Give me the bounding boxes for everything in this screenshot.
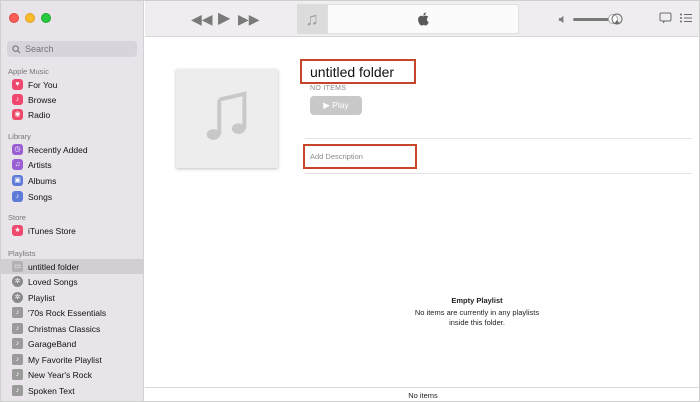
lyrics-icon[interactable]	[659, 12, 673, 24]
radio-icon: ◉	[12, 109, 23, 120]
sidebar-item-label: New Year's Rock	[28, 369, 92, 380]
section-label-apple-music: Apple Music	[8, 67, 49, 76]
sidebar-item-radio[interactable]: ◉ Radio	[1, 107, 144, 122]
playlist-icon: ♪	[12, 369, 23, 380]
sidebar-item-label: Christmas Classics	[28, 323, 101, 334]
sidebar-item-songs[interactable]: ♪ Songs	[1, 189, 144, 204]
sidebar-item-label: Songs	[28, 191, 53, 202]
heart-icon: ♥	[12, 79, 23, 90]
sidebar-item-browse[interactable]: ♪ Browse	[1, 92, 144, 107]
divider	[305, 173, 692, 174]
item-count: NO ITEMS	[310, 85, 347, 92]
sidebar-item-label: '70s Rock Essentials	[28, 307, 107, 318]
zoom-window-button[interactable]	[41, 13, 51, 23]
playlist-icon: ♪	[12, 307, 23, 318]
sidebar-item-new-years-rock[interactable]: ♪ New Year's Rock	[1, 367, 144, 382]
sidebar-item-my-favorite-playlist[interactable]: ♪ My Favorite Playlist	[1, 352, 144, 367]
sidebar-item-itunes-store[interactable]: ★ iTunes Store	[1, 223, 144, 238]
playlist-title[interactable]: untitled folder	[300, 59, 416, 84]
rewind-icon[interactable]: ◀◀	[191, 11, 213, 27]
window-controls	[9, 13, 51, 23]
sidebar-item-label: My Favorite Playlist	[28, 354, 102, 365]
sidebar-item-label: GarageBand	[28, 338, 77, 349]
sidebar-item-label: Playlist	[28, 292, 55, 303]
up-next-icon[interactable]	[679, 12, 693, 24]
sidebar-item-label: Spoken Text	[28, 385, 75, 396]
sidebar-item-for-you[interactable]: ♥ For You	[1, 77, 144, 92]
status-bar: No items	[145, 387, 699, 401]
speaker-icon	[558, 15, 564, 23]
now-playing-artwork: ♫	[297, 4, 327, 34]
playlist-icon: ♪	[12, 338, 23, 349]
music-note-icon	[206, 90, 247, 140]
sidebar-item-label: Loved Songs	[28, 276, 78, 287]
empty-state-message: No items are currently in any playlists …	[414, 308, 540, 327]
now-playing-display	[327, 4, 519, 34]
music-note-icon: ♪	[12, 191, 23, 202]
playlist-artwork[interactable]	[176, 69, 278, 168]
volume-control	[558, 13, 638, 25]
playlist-icon: ♪	[12, 385, 23, 396]
sidebar-item-garageband[interactable]: ♪ GarageBand	[1, 336, 144, 351]
sidebar-item-label: For You	[28, 79, 58, 90]
microphone-icon: ♫	[12, 159, 23, 170]
sidebar-item-70s-rock-essentials[interactable]: ♪ '70s Rock Essentials	[1, 305, 144, 320]
star-icon: ★	[12, 225, 23, 236]
album-icon: ▣	[12, 175, 23, 186]
sidebar-item-label: Radio	[28, 109, 51, 120]
playlist-icon: ♪	[12, 323, 23, 334]
apple-logo-icon	[418, 12, 429, 26]
description-field[interactable]: Add Description	[303, 144, 417, 169]
play-button[interactable]: ▶ Play	[310, 96, 362, 115]
sidebar-item-label: Recently Added	[28, 144, 88, 155]
minimize-window-button[interactable]	[25, 13, 35, 23]
search-input[interactable]	[25, 44, 135, 54]
sidebar-item-loved-songs[interactable]: ✲ Loved Songs	[1, 274, 144, 289]
music-note-icon: ♪	[12, 94, 23, 105]
music-app-window: Apple Music ♥ For You ♪ Browse ◉ Radio L…	[0, 0, 700, 402]
section-label-library: Library	[8, 132, 31, 141]
playlist-icon: ♪	[12, 354, 23, 365]
volume-slider[interactable]	[573, 13, 618, 24]
sidebar-item-playlist[interactable]: ✲ Playlist	[1, 290, 144, 305]
sidebar-item-label: iTunes Store	[28, 225, 76, 236]
sidebar-item-label: Browse	[28, 94, 57, 105]
music-note-icon: ♫	[305, 8, 319, 29]
sidebar-item-untitled-folder[interactable]: ▭ untitled folder	[1, 259, 144, 274]
empty-state: Empty Playlist No items are currently in…	[407, 296, 547, 328]
fast-forward-icon[interactable]: ▶▶	[238, 11, 260, 27]
sidebar-item-spoken-text[interactable]: ♪ Spoken Text	[1, 383, 144, 398]
airplay-icon[interactable]	[611, 13, 623, 25]
gear-icon: ✲	[12, 276, 23, 287]
sidebar-item-recently-added[interactable]: ◷ Recently Added	[1, 142, 144, 157]
sidebar-item-albums[interactable]: ▣ Albums	[1, 173, 144, 188]
sidebar: Apple Music ♥ For You ♪ Browse ◉ Radio L…	[1, 1, 144, 401]
folder-icon: ▭	[12, 261, 23, 272]
main-content: untitled folder NO ITEMS ▶ Play Add Desc…	[145, 38, 699, 387]
sidebar-item-christmas-classics[interactable]: ♪ Christmas Classics	[1, 321, 144, 336]
gear-icon: ✲	[12, 292, 23, 303]
play-icon[interactable]: ▶	[218, 11, 230, 27]
divider	[305, 138, 692, 139]
close-window-button[interactable]	[9, 13, 19, 23]
empty-state-heading: Empty Playlist	[451, 296, 503, 305]
clock-icon: ◷	[12, 144, 23, 155]
sidebar-item-label: Albums	[28, 175, 57, 186]
sidebar-item-artists[interactable]: ♫ Artists	[1, 157, 144, 172]
sidebar-item-label: Artists	[28, 159, 52, 170]
search-field[interactable]	[7, 41, 137, 57]
search-icon	[12, 44, 21, 53]
toolbar: ◀◀ ▶ ▶▶ ♫	[145, 1, 699, 37]
sidebar-item-label: untitled folder	[28, 261, 80, 272]
section-label-store: Store	[8, 213, 26, 222]
section-label-playlists: Playlists	[8, 249, 36, 258]
